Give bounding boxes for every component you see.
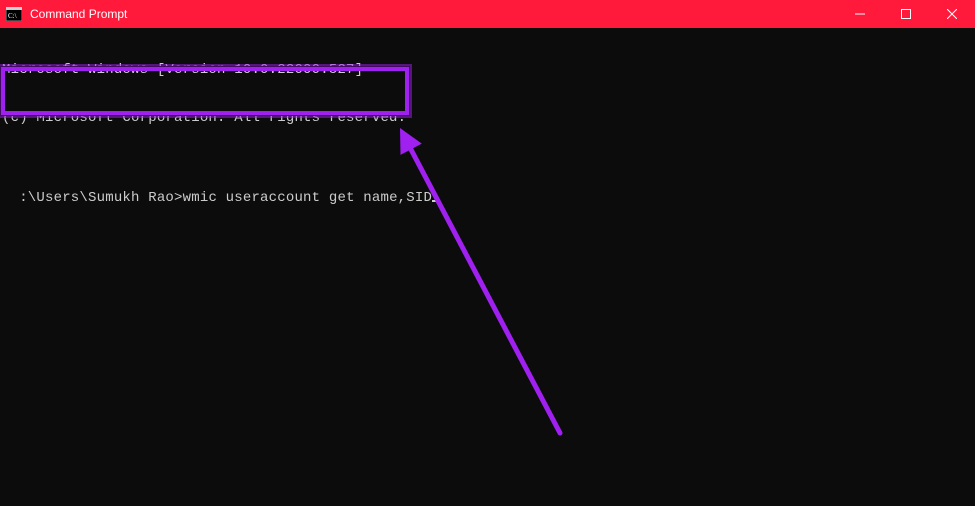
blank-line	[2, 158, 973, 174]
copyright-line: (c) Microsoft Corporation. All rights re…	[2, 110, 973, 126]
command-text: wmic useraccount get name,SID	[183, 190, 432, 206]
svg-text:C:\: C:\	[8, 12, 17, 20]
prompt-text: :\Users\Sumukh Rao>	[19, 190, 182, 206]
terminal-area[interactable]: Microsoft Windows [Version 10.0.22000.52…	[0, 28, 975, 506]
window-controls	[837, 0, 975, 28]
cmd-icon: C:\	[6, 7, 22, 21]
titlebar: C:\ Command Prompt	[0, 0, 975, 28]
minimize-button[interactable]	[837, 0, 883, 28]
close-button[interactable]	[929, 0, 975, 28]
cursor	[432, 200, 440, 202]
maximize-button[interactable]	[883, 0, 929, 28]
window-title: Command Prompt	[30, 7, 837, 21]
prompt-line: :\Users\Sumukh Rao>wmic useraccount get …	[19, 190, 440, 206]
version-line: Microsoft Windows [Version 10.0.22000.52…	[2, 62, 973, 78]
annotation-arrow	[0, 28, 975, 506]
